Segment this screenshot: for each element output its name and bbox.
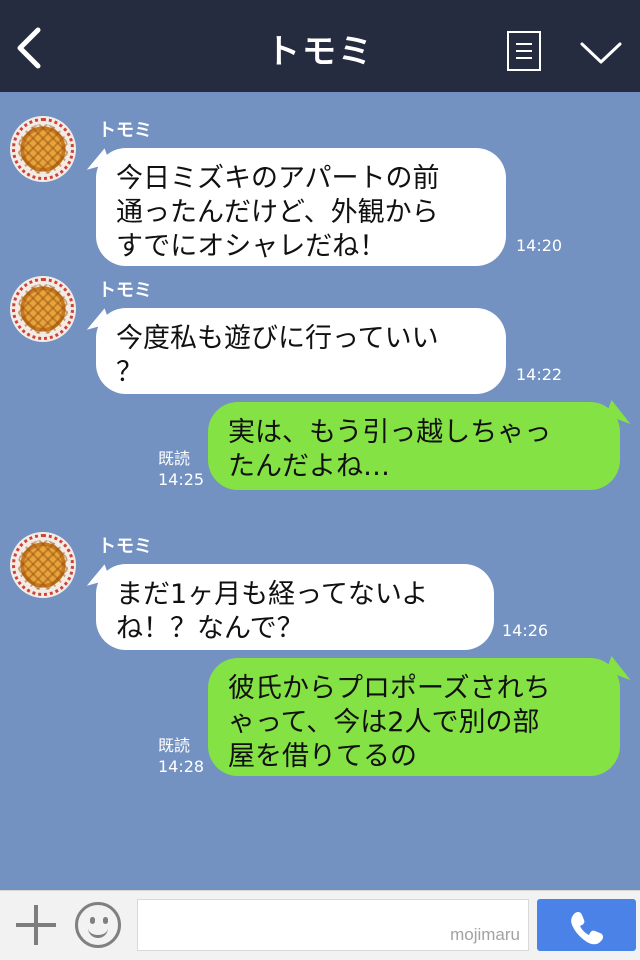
call-button[interactable] (537, 899, 636, 951)
message-time: 14:20 (516, 236, 563, 255)
incoming-message[interactable]: 今日ミズキのアパートの前 通ったんだけど、外観から すでにオシャレだね！ (96, 148, 506, 266)
avatar[interactable] (10, 276, 76, 342)
sender-name: トモミ (98, 120, 152, 141)
outgoing-message[interactable]: 実は、もう引っ越しちゃっ たんだよね… (208, 402, 620, 490)
read-receipt: 既読 14:25 (158, 449, 205, 489)
chat-title: トモミ (266, 32, 374, 72)
smiley-icon[interactable] (75, 902, 121, 948)
watermark: mojimaru (450, 925, 520, 944)
phone-icon (571, 911, 604, 945)
read-receipt: 既読 14:28 (158, 736, 205, 776)
message-time: 14:26 (502, 621, 549, 640)
avatar[interactable] (10, 532, 76, 598)
avatar[interactable] (10, 116, 76, 182)
message-list[interactable]: トモミ 今日ミズキのアパートの前 通ったんだけど、外観から すでにオシャレだね！… (0, 92, 640, 890)
sender-name: トモミ (98, 280, 152, 301)
outgoing-message[interactable]: 彼氏からプロポーズされち ゃって、今は2人で別の部 屋を借りてるの (208, 658, 620, 776)
chat-header: トモミ (0, 0, 640, 92)
incoming-message[interactable]: まだ1ヶ月も経ってないよ ね！？なんで？ (96, 564, 494, 650)
plus-icon[interactable] (14, 903, 58, 947)
message-time: 14:22 (516, 365, 563, 384)
menu-icon (516, 43, 532, 45)
sender-name: トモミ (98, 536, 152, 557)
chevron-down-icon (580, 42, 622, 64)
input-bar: mojimaru (0, 890, 640, 960)
menu-button[interactable] (507, 31, 541, 71)
incoming-message[interactable]: 今度私も遊びに行っていい ？ (96, 308, 506, 394)
collapse-button[interactable] (578, 38, 624, 68)
